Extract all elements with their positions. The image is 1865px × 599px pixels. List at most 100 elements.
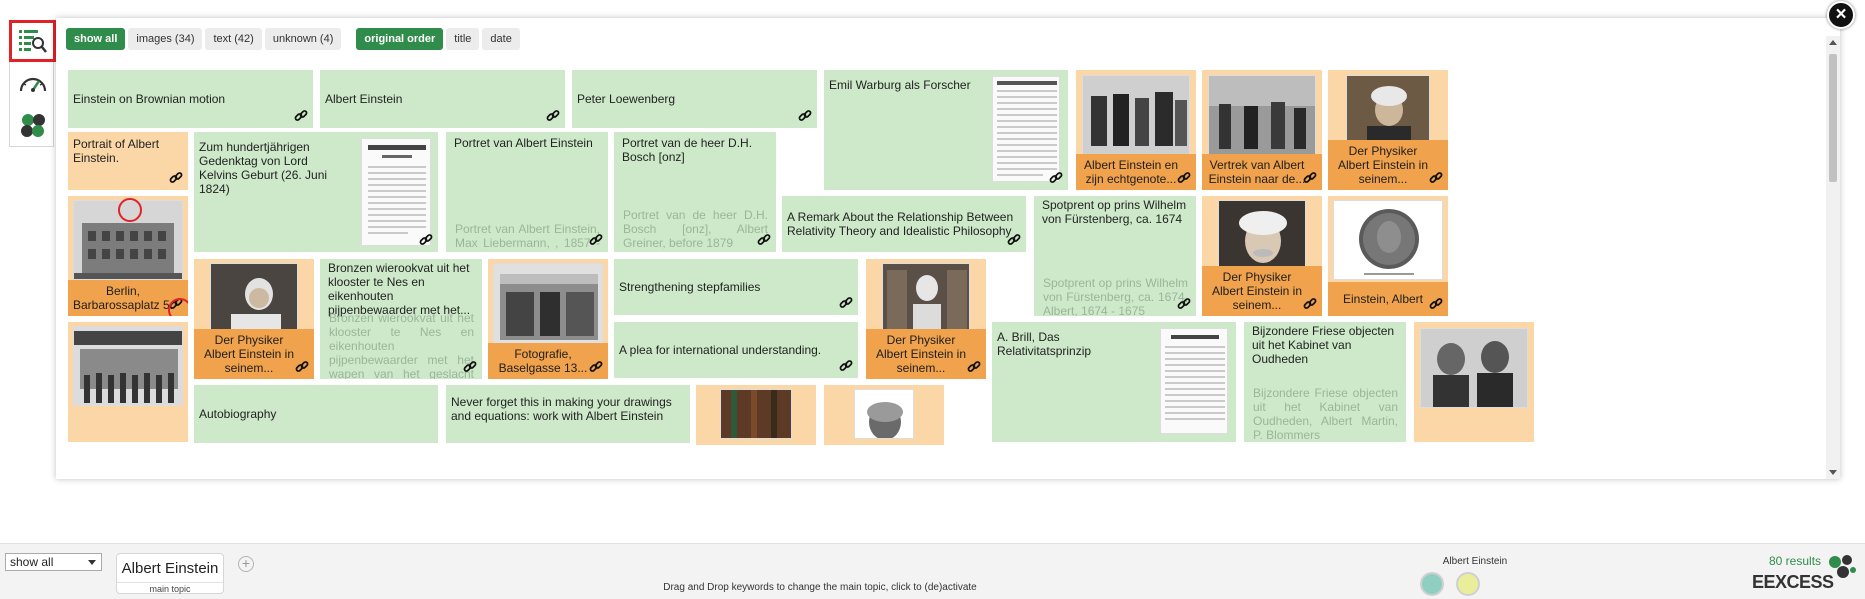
result-tile[interactable]: Strengthening stepfamilies xyxy=(614,259,858,315)
result-tile[interactable]: Zum hundertjährigen Gedenktag von Lord K… xyxy=(194,132,438,252)
query-list-search-icon xyxy=(18,28,48,54)
result-tile[interactable]: A Remark About the Relationship Between … xyxy=(782,196,1026,252)
image-tile[interactable] xyxy=(1414,322,1534,442)
link-icon[interactable] xyxy=(1049,171,1063,185)
link-icon[interactable] xyxy=(419,233,433,247)
highlight-ring xyxy=(168,298,188,316)
result-tile[interactable]: Portret van de heer D.H. Bosch [onz] Por… xyxy=(614,132,776,252)
image-tile[interactable]: Der Physiker Albert Einstein in seinem..… xyxy=(194,259,314,379)
legend-keyword: Albert Einstein xyxy=(1442,556,1508,567)
image-tile[interactable] xyxy=(68,322,188,442)
link-icon[interactable] xyxy=(967,360,981,374)
link-icon[interactable] xyxy=(1429,297,1443,311)
tile-title: Spotprent op prins Wilhelm von Fürstenbe… xyxy=(1042,198,1187,226)
link-icon[interactable] xyxy=(463,360,477,374)
tile-title: Emil Warburg als Forscher xyxy=(829,78,971,92)
filter-text[interactable]: text (42) xyxy=(205,28,262,50)
result-tile[interactable]: A plea for international understanding. xyxy=(614,322,858,378)
filter-select[interactable]: show all xyxy=(5,553,102,571)
link-icon[interactable] xyxy=(1007,233,1021,247)
link-icon[interactable] xyxy=(294,109,308,123)
result-tile[interactable]: Einstein on Brownian motion xyxy=(68,70,313,128)
tile-title: Einstein on Brownian motion xyxy=(73,92,226,106)
image-tile[interactable]: Der Physiker Albert Einstein in seinem..… xyxy=(866,259,986,379)
close-button[interactable]: × xyxy=(1827,1,1855,29)
main-topic-keyword: Albert Einstein xyxy=(121,560,219,577)
photo-thumbnail xyxy=(1208,75,1316,155)
bottom-bar: show all Albert Einstein main topic + Dr… xyxy=(0,543,1865,599)
facet-clusters-button[interactable] xyxy=(10,106,55,144)
result-tile[interactable]: Emil Warburg als Forscher xyxy=(824,70,1068,190)
filter-bar: show all images (34) text (42) unknown (… xyxy=(66,28,523,50)
image-tile[interactable]: Einstein, Albert xyxy=(1328,196,1448,316)
result-tile[interactable]: Portret van Albert Einstein Portret van … xyxy=(446,132,608,252)
left-toolbar xyxy=(9,20,56,147)
link-icon[interactable] xyxy=(295,360,309,374)
image-tile[interactable]: Fotografie, Baselgasse 13... xyxy=(488,259,608,379)
link-icon[interactable] xyxy=(1177,297,1191,311)
cluster-icon xyxy=(18,112,48,138)
filter-show-all[interactable]: show all xyxy=(66,28,126,50)
result-tile[interactable]: Portrait of Albert Einstein. xyxy=(68,132,188,190)
speedometer-icon xyxy=(18,71,48,97)
image-tile[interactable]: Der Physiker Albert Einstein in seinem..… xyxy=(1202,196,1322,316)
filter-unknown[interactable]: unknown (4) xyxy=(264,28,342,50)
link-icon[interactable] xyxy=(1303,297,1317,311)
scroll-up-arrow-icon[interactable] xyxy=(1829,40,1837,45)
link-icon[interactable] xyxy=(589,233,603,247)
link-icon[interactable] xyxy=(757,233,771,247)
legend-color-dot[interactable] xyxy=(1420,572,1444,596)
vertical-scrollbar[interactable] xyxy=(1826,36,1840,479)
legend-color-dot[interactable] xyxy=(1456,572,1480,596)
filter-images[interactable]: images (34) xyxy=(128,28,203,50)
eexcess-logo-icon xyxy=(1826,553,1856,586)
result-tile[interactable]: Never forget this in making your drawing… xyxy=(446,385,690,443)
eexcess-logo-text: EEXCESS xyxy=(1752,572,1834,592)
result-tile[interactable]: A. Brill, Das Relativitatsprinzip xyxy=(992,322,1236,442)
link-icon[interactable] xyxy=(839,296,853,310)
tile-description: Bijzondere Friese objecten uit het Kabin… xyxy=(1253,386,1398,442)
query-list-button[interactable] xyxy=(9,20,56,62)
image-tile[interactable] xyxy=(696,385,816,445)
image-tile[interactable]: Der Physiker Albert Einstein in seinem..… xyxy=(1328,70,1448,190)
image-tile[interactable]: Vertrek van Albert Einstein naar de... xyxy=(1202,70,1322,190)
tile-title: Portret van Albert Einstein xyxy=(454,136,593,150)
image-tile[interactable] xyxy=(824,385,944,445)
sort-title[interactable]: title xyxy=(446,28,480,50)
link-icon[interactable] xyxy=(1177,171,1191,185)
photo-thumbnail xyxy=(493,263,603,345)
result-tile[interactable]: Bronzen wierookvat uit het klooster te N… xyxy=(320,259,482,379)
sort-original-order[interactable]: original order xyxy=(356,28,444,50)
dashboard-button[interactable] xyxy=(10,65,55,103)
chevron-down-icon xyxy=(88,560,96,565)
result-tile[interactable]: Peter Loewenberg xyxy=(572,70,817,128)
tile-title: Portrait of Albert Einstein. xyxy=(73,137,160,165)
scrollbar-thumb[interactable] xyxy=(1829,54,1837,182)
document-thumbnail xyxy=(992,76,1060,182)
eexcess-search-result-view: show all images (34) text (42) unknown (… xyxy=(0,0,1865,599)
tile-description: Portret van de heer D.H. Bosch [onz], Al… xyxy=(623,208,768,250)
link-icon[interactable] xyxy=(1303,171,1317,185)
tile-title: Albert Einstein xyxy=(325,92,403,106)
sort-date[interactable]: date xyxy=(482,28,520,50)
link-icon[interactable] xyxy=(546,109,560,123)
link-icon[interactable] xyxy=(1429,171,1443,185)
add-keyword-button[interactable]: + xyxy=(238,556,254,572)
link-icon[interactable] xyxy=(798,109,812,123)
result-tile[interactable]: Bijzondere Friese objecten uit het Kabin… xyxy=(1244,322,1406,442)
document-thumbnail xyxy=(1160,328,1228,434)
image-tile[interactable]: Berlin, Barbarossaplatz 5. xyxy=(68,196,188,316)
result-tile[interactable]: Autobiography xyxy=(194,385,438,443)
link-icon[interactable] xyxy=(589,360,603,374)
tile-title: Bijzondere Friese objecten uit het Kabin… xyxy=(1252,324,1395,366)
link-icon[interactable] xyxy=(169,171,183,185)
result-tile[interactable]: Spotprent op prins Wilhelm von Fürstenbe… xyxy=(1034,196,1196,316)
scroll-down-arrow-icon[interactable] xyxy=(1829,470,1837,475)
link-icon[interactable] xyxy=(839,359,853,373)
drag-drop-hint: Drag and Drop keywords to change the mai… xyxy=(663,582,977,593)
image-tile[interactable]: Albert Einstein en zijn echtgenote... xyxy=(1076,70,1196,190)
photo-thumbnail xyxy=(1082,75,1190,155)
result-tile[interactable]: Albert Einstein xyxy=(320,70,565,128)
results-panel: show all images (34) text (42) unknown (… xyxy=(56,18,1840,479)
tile-title: A Remark About the Relationship Between … xyxy=(787,210,1014,238)
